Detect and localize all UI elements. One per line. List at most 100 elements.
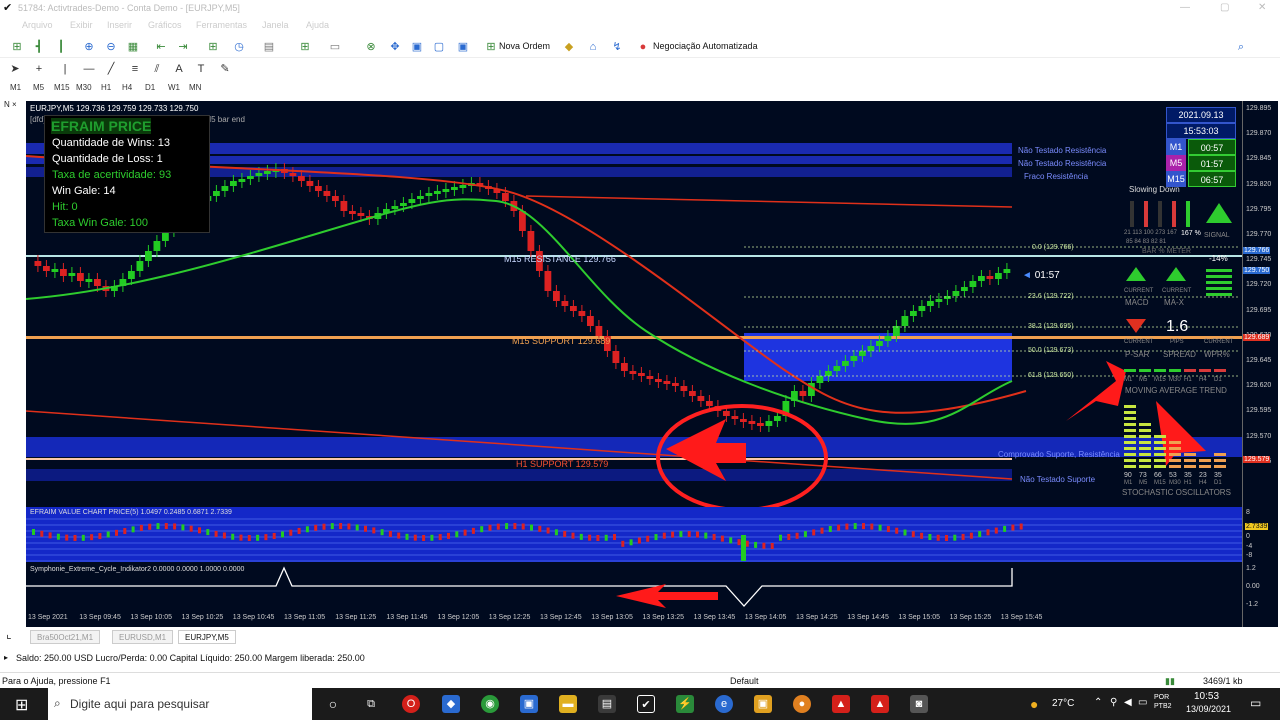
text-icon[interactable]: A (172, 62, 186, 76)
candle-body (502, 193, 509, 201)
tf-w1[interactable]: W1 (168, 83, 180, 92)
tf-d1[interactable]: D1 (145, 83, 155, 92)
menu-window[interactable]: Janela (262, 20, 289, 30)
chevron-up-icon[interactable]: ⌃ (1094, 697, 1102, 708)
taskbar-search[interactable]: ⌕ Digite aqui para pesquisar (48, 688, 312, 720)
tf-h4[interactable]: H4 (122, 83, 132, 92)
subwindow-tick: -4 (1246, 543, 1253, 550)
app-icon[interactable]: ▲ (871, 695, 889, 713)
clock-date[interactable]: 13/09/2021 (1186, 704, 1231, 714)
cortana-icon[interactable]: ○ (324, 695, 342, 713)
experts-icon[interactable]: ◆ (562, 40, 576, 54)
shift-icon[interactable]: ⇥ (176, 40, 190, 54)
minimize-icon[interactable]: — (1180, 2, 1190, 13)
cursor-icon[interactable]: ➤ (8, 62, 22, 76)
market-watch-icon[interactable]: ⊞ (298, 40, 312, 54)
tester-icon[interactable]: ▢ (432, 40, 446, 54)
app-icon[interactable]: ⚡ (676, 695, 694, 713)
tab-eurusd[interactable]: EURUSD,M1 (112, 630, 174, 644)
fibo-icon[interactable]: ≡ (128, 62, 142, 76)
tf-m1[interactable]: M1 (10, 83, 21, 92)
time-tick: 13 Sep 10:25 (181, 614, 224, 621)
data-window-icon[interactable]: ▭ (328, 40, 342, 54)
task-view-icon[interactable]: ⧉ (362, 695, 380, 713)
tf-m5[interactable]: M5 (33, 83, 44, 92)
candles-icon[interactable]: ┃ (54, 40, 68, 54)
shapes-icon[interactable]: ✎ (218, 62, 232, 76)
auto-trading-icon[interactable]: ● (636, 40, 650, 54)
menu-insert[interactable]: Inserir (107, 20, 132, 30)
market-icon[interactable]: ↯ (610, 40, 624, 54)
periods-icon[interactable]: ◷ (232, 40, 246, 54)
menu-charts[interactable]: Gráficos (148, 20, 182, 30)
candle-body (255, 173, 263, 176)
left-panel-edge: N × (0, 98, 26, 628)
stochastic-level (1124, 453, 1136, 456)
camera-icon[interactable]: ◙ (910, 695, 928, 713)
app-icon[interactable]: ◆ (442, 695, 460, 713)
signals-icon[interactable]: ⌂ (586, 40, 600, 54)
crosshair-tool-icon[interactable]: + (32, 62, 46, 76)
panel-toggle-icon[interactable]: N × (4, 100, 17, 109)
edge-icon[interactable]: e (715, 695, 733, 713)
vertical-line-icon[interactable]: | (58, 62, 72, 76)
candle-body (612, 351, 620, 363)
crosshair-icon[interactable]: ✥ (388, 40, 402, 54)
notifications-icon[interactable]: ▭ (1250, 696, 1261, 710)
scroll-icon[interactable]: ⇤ (154, 40, 168, 54)
app-icon[interactable]: ▲ (832, 695, 850, 713)
opera-icon[interactable]: O (402, 695, 420, 713)
tf-mn[interactable]: MN (189, 83, 201, 92)
new-order-icon[interactable]: ⊞ (484, 40, 498, 54)
app-icon[interactable]: ▣ (754, 695, 772, 713)
clock-time[interactable]: 10:53 (1194, 691, 1219, 702)
zoom-in-icon[interactable]: ⊕ (82, 40, 96, 54)
chrome-icon[interactable]: ◉ (481, 695, 499, 713)
app-icon[interactable]: ● (793, 695, 811, 713)
auto-trading-button[interactable]: Negociação Automatizada (653, 41, 758, 51)
language-indicator[interactable]: POR PTB2 (1154, 693, 1176, 711)
menu-file[interactable]: Arquivo (22, 20, 53, 30)
maximize-icon[interactable]: ▢ (1220, 2, 1229, 13)
horizontal-line-icon[interactable]: — (82, 62, 96, 76)
tf-h1[interactable]: H1 (101, 83, 111, 92)
search-icon[interactable]: ⌕ (1234, 40, 1248, 54)
volume-icon[interactable]: ◀ (1124, 697, 1132, 708)
menu-view[interactable]: Exibir (70, 20, 93, 30)
trendline-icon[interactable]: ╱ (104, 62, 118, 76)
menu-tools[interactable]: Ferramentas (196, 20, 247, 30)
terminal-icon[interactable]: ▣ (410, 40, 424, 54)
network-icon[interactable]: ⚲ (1110, 697, 1117, 708)
windows-start-icon[interactable]: ⊞ (15, 695, 28, 715)
label-icon[interactable]: T (194, 62, 208, 76)
weather-icon[interactable]: ● (1030, 696, 1038, 712)
indicators-icon[interactable]: ⊞ (206, 40, 220, 54)
tf-m15[interactable]: M15 (54, 83, 70, 92)
value-chart-subwindow[interactable]: EFRAIM VALUE CHART PRICE(5) 1.0497 0.248… (26, 507, 1242, 562)
bar-chart-icon[interactable]: ┫ (32, 40, 46, 54)
tab-eurjpy[interactable]: EURJPY,M5 (178, 630, 236, 644)
navigator-icon[interactable]: ⊗ (364, 40, 378, 54)
templates-icon[interactable]: ▤ (262, 40, 276, 54)
app-icon[interactable]: ▤ (598, 695, 616, 713)
options-icon[interactable]: ▣ (456, 40, 470, 54)
new-chart-icon[interactable]: ⊞ (10, 40, 24, 54)
channel-icon[interactable]: ⫽ (150, 62, 164, 76)
file-explorer-icon[interactable]: ▬ (559, 695, 577, 713)
zoom-out-icon[interactable]: ⊖ (104, 40, 118, 54)
tile-icon[interactable]: ▦ (126, 40, 140, 54)
metatrader-icon[interactable]: ✔ (637, 695, 655, 713)
time-axis[interactable]: 13 Sep 2021 13 Sep 09:45 13 Sep 10:05 13 Se… (26, 610, 1242, 627)
expand-icon[interactable]: ▸ (4, 653, 8, 662)
app-icon[interactable]: ▣ (520, 695, 538, 713)
value-bar (214, 530, 218, 537)
battery-icon[interactable]: ▭ (1138, 697, 1147, 708)
new-order-button[interactable]: Nova Ordem (499, 41, 550, 51)
close-icon[interactable]: ✕ (1258, 2, 1266, 13)
tab-bra50[interactable]: Bra50Oct21,M1 (30, 630, 101, 644)
tab-scroll-icon[interactable]: ⌞ (6, 627, 12, 641)
menu-help[interactable]: Ajuda (306, 20, 329, 30)
cycle-indicator-subwindow[interactable]: Symphonie_Extreme_Cycle_Indikator2 0.000… (26, 564, 1242, 610)
tf-m30[interactable]: M30 (76, 83, 92, 92)
temperature[interactable]: 27°C (1052, 698, 1074, 709)
